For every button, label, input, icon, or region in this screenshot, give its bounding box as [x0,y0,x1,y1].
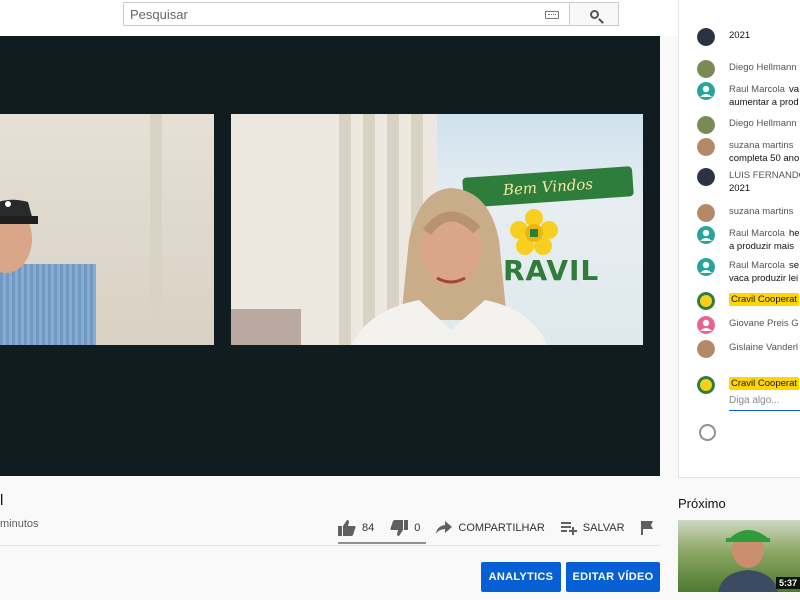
chat-message: Giovane Preis G [729,317,800,330]
chat-author[interactable]: Raul Marcola [729,228,785,239]
share-button[interactable]: COMPARTILHAR [436,521,545,535]
chat-text-line2: aumentar a prod [729,97,799,108]
chat-message: suzana martins completa 50 ano [729,139,800,165]
chat-input-placeholder: Diga algo... [729,395,780,406]
like-count: 84 [362,522,375,534]
chat-author[interactable]: Giovane Preis G [729,318,799,329]
like-button[interactable]: 84 [338,520,374,536]
chat-message: Cravil Cooperat [729,293,800,306]
video-player[interactable]: Bem Vindos RAVIL [0,36,660,476]
youtube-studio-live-page: Pesquisar Bem Vindos RAVIL l minutos 84 … [0,0,800,600]
chat-avatar [697,138,715,156]
chat-author[interactable]: Cravil Cooperat [729,293,799,306]
chat-avatar [697,258,715,276]
share-arrow-icon [436,521,453,534]
chat-text-line2: 2021 [729,183,751,194]
like-ratio-fill [338,542,426,544]
chat-text-line2: vaca produzir lei [729,273,799,284]
thumbs-down-icon [390,520,409,536]
video-meta: minutos [0,518,39,530]
chat-avatar [697,168,715,186]
chat-message: Gislaine Vanderl [729,341,800,354]
live-chat-panel: 2021 Diego Hellmann Raul Marcola va aumentar… [678,0,800,478]
chat-author[interactable]: Raul Marcola [729,84,785,95]
analytics-button[interactable]: ANALYTICS [481,562,561,592]
dislike-count: 0 [414,522,421,534]
video-title: l [0,492,4,509]
chat-text: se [788,260,800,271]
chat-message: LUIS FERNANDO 2021 [729,169,800,195]
search-placeholder: Pesquisar [130,6,188,22]
search-input[interactable]: Pesquisar [123,2,569,26]
chat-author[interactable]: suzana martins [729,140,793,151]
video-duration: 5:37 [775,577,800,589]
chat-message: 2021 [729,29,800,42]
chat-text: va [788,84,800,95]
cravil-avatar [697,376,715,394]
participant-tile-left [0,114,214,345]
wall-detail [150,114,162,345]
chat-avatar [697,292,715,310]
chat-text-line2: a produzir mais [729,241,794,252]
video-actions: 84 0 COMPARTILHAR SALVAR [338,514,669,542]
chat-author[interactable]: Diego Hellmann [729,118,797,129]
search-button[interactable] [569,2,619,26]
chat-text-line2: completa 50 ano [729,153,800,164]
chat-input-author: Cravil Cooperat [729,377,799,390]
chat-input-author-row: Cravil Cooperat [729,377,800,390]
chat-author[interactable]: LUIS FERNANDO [729,170,800,181]
flag-icon [640,521,653,535]
participant-tile-right: Bem Vindos RAVIL [231,114,643,345]
playlist-add-icon [560,522,577,535]
chat-message: Raul Marcola he a produzir mais [729,227,800,253]
chat-avatar [697,116,715,134]
chat-avatar [697,28,715,46]
chat-avatar [697,60,715,78]
chat-message-input[interactable]: Diga algo... [729,395,800,411]
chat-author[interactable]: Diego Hellmann [729,62,797,73]
next-label: Próximo [678,496,726,511]
chat-avatar [697,226,715,244]
chat-avatar [697,340,715,358]
chat-text: he [788,228,800,239]
share-label: COMPARTILHAR [458,522,545,534]
chat-message: Raul Marcola va aumentar a prod [729,83,800,109]
chat-author[interactable]: Gislaine Vanderl [729,342,798,353]
save-button[interactable]: SALVAR [560,521,625,535]
edit-video-button[interactable]: EDITAR VÍDEO [566,562,660,592]
chat-message: Diego Hellmann [729,117,800,130]
keyboard-icon[interactable] [545,11,559,19]
like-dislike-bar [338,542,426,544]
dislike-button[interactable]: 0 [390,520,420,536]
chat-avatar [697,316,715,334]
chat-avatar [697,82,715,100]
woman-participant [351,188,547,345]
chat-message: Diego Hellmann [729,61,800,74]
divider [0,545,660,546]
save-label: SALVAR [582,522,625,534]
thumbs-up-icon [338,520,356,536]
chat-message: suzana martins [729,205,800,218]
chat-message: Raul Marcola se vaca produzir lei [729,259,800,285]
chat-author[interactable]: Raul Marcola [729,260,785,271]
chat-text: 2021 [729,30,751,41]
search-bar: Pesquisar [123,2,619,26]
chat-author[interactable]: suzana martins [729,206,793,217]
next-video-thumbnail[interactable]: 5:37 [678,520,800,592]
search-icon [589,9,599,19]
emoji-icon[interactable] [699,424,716,441]
chat-avatar [697,204,715,222]
man-participant [0,199,96,345]
report-button[interactable] [640,521,653,535]
desk-items [231,309,301,345]
